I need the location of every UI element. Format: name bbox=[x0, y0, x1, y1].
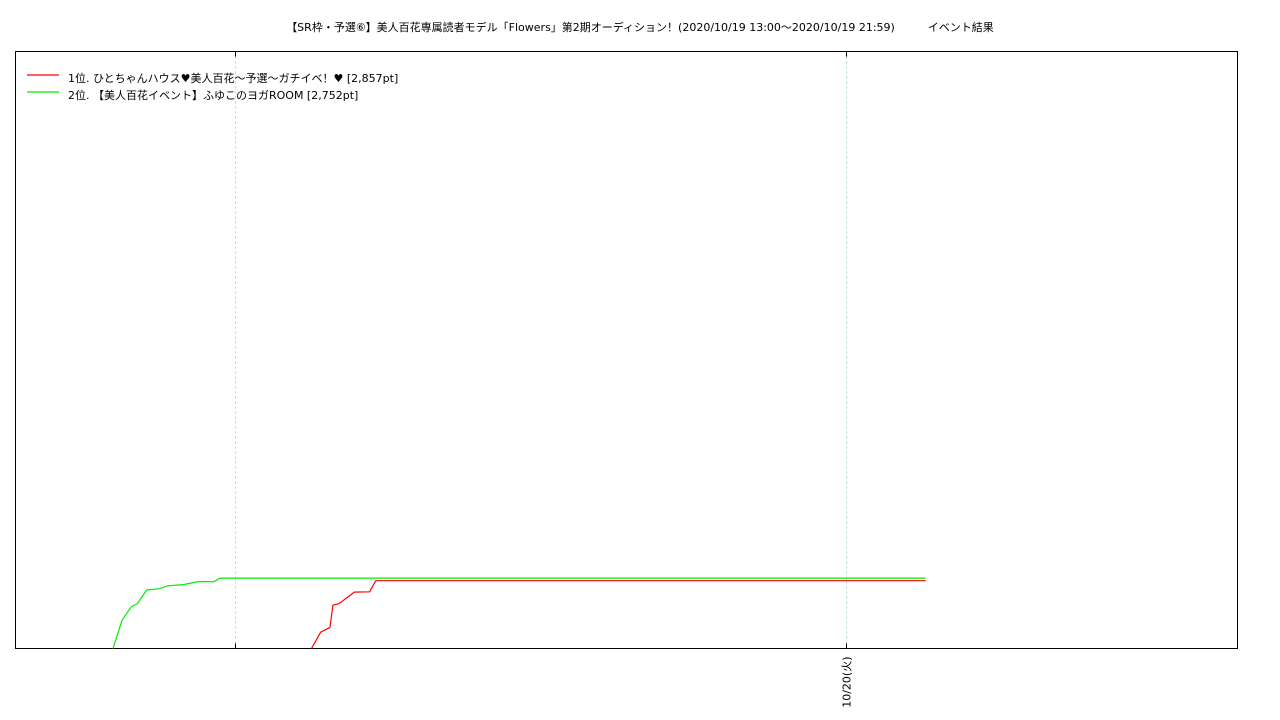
tick-label-1: 10/20(火) bbox=[841, 657, 854, 708]
legend-label-1: 1位. ひとちゃんハウス♥美人百花〜予選〜ガチイベ！♥ [2,857pt] bbox=[68, 71, 398, 85]
series-layer bbox=[112, 577, 926, 649]
series-line-2 bbox=[112, 577, 926, 649]
line-chart: 10/20(火) 1位. ひとちゃんハウス♥美人百花〜予選〜ガチイベ！♥ [2,… bbox=[15, 51, 1238, 708]
x-axis-ticks: 10/20(火) bbox=[235, 51, 854, 708]
legend-label-2: 2位. 【美人百花イベント】ふゆこのヨガROOM [2,752pt] bbox=[68, 88, 358, 102]
grid-layer bbox=[235, 51, 847, 649]
plot-frame bbox=[15, 51, 1238, 649]
legend: 1位. ひとちゃんハウス♥美人百花〜予選〜ガチイベ！♥ [2,857pt] 2位.… bbox=[27, 71, 398, 102]
series-line-1 bbox=[310, 580, 926, 649]
